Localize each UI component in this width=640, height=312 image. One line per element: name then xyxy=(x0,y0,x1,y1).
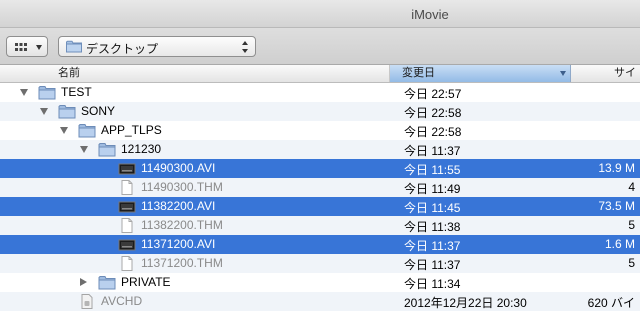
modified-date: 今日 11:37 xyxy=(404,239,461,253)
modified-date: 今日 11:34 xyxy=(404,277,461,291)
file-size: 620 バイ xyxy=(587,296,635,310)
column-date-label: 変更日 xyxy=(402,67,435,79)
modified-date: 今日 22:58 xyxy=(404,106,462,120)
file-name: SONY xyxy=(81,104,116,118)
file-name: 121230 xyxy=(121,142,162,156)
modified-date: 2012年12月22日 20:30 xyxy=(404,296,527,310)
folder-icon xyxy=(98,276,116,290)
file-size: 1.6 M xyxy=(604,237,635,251)
window-title: iMovie xyxy=(411,7,449,22)
list-item[interactable]: 11371200.AVI 今日 11:37 1.6 M xyxy=(0,235,640,254)
file-size: 5 xyxy=(628,256,635,270)
modified-date: 今日 11:37 xyxy=(404,144,461,158)
file-name: 11490300.THM xyxy=(141,180,223,194)
file-name: 11371200.THM xyxy=(141,256,223,270)
file-name: AVCHD xyxy=(101,294,143,308)
disclosure-closed-icon[interactable] xyxy=(80,278,87,286)
sort-descending-icon xyxy=(560,71,566,76)
list-item[interactable]: 11490300.AVI 今日 11:55 13.9 M xyxy=(0,159,640,178)
package-icon xyxy=(81,294,93,309)
modified-date: 今日 11:38 xyxy=(404,220,461,234)
disclosure-open-icon[interactable] xyxy=(80,146,88,153)
video-file-icon xyxy=(118,163,136,175)
title-bar: iMovie xyxy=(0,0,640,28)
location-label: デスクトップ xyxy=(86,42,159,56)
modified-date: 今日 22:58 xyxy=(404,125,462,139)
list-item[interactable]: PRIVATE 今日 11:34 xyxy=(0,273,640,292)
list-item[interactable]: TEST 今日 22:57 xyxy=(0,83,640,102)
column-header: 名前 変更日 サイ xyxy=(0,65,640,83)
list-item[interactable]: 11382200.THM 今日 11:38 5 xyxy=(0,216,640,235)
modified-date: 今日 11:49 xyxy=(404,182,461,196)
list-item[interactable]: APP_TLPS 今日 22:58 xyxy=(0,121,640,140)
modified-date: 今日 22:57 xyxy=(404,87,462,101)
video-file-icon xyxy=(118,201,136,213)
list-item[interactable]: AVCHD 2012年12月22日 20:30 620 バイ xyxy=(0,292,640,311)
file-name: 11490300.AVI xyxy=(141,161,216,175)
folder-icon xyxy=(58,105,76,119)
folder-icon xyxy=(38,86,56,100)
folder-icon xyxy=(66,40,82,53)
file-list: TEST 今日 22:57 SONY 今日 22:58 APP_TLPS 今日 22:58… xyxy=(0,83,640,311)
video-file-icon xyxy=(118,239,136,251)
folder-icon xyxy=(78,124,96,138)
file-name: APP_TLPS xyxy=(101,123,162,137)
folder-icon xyxy=(98,143,116,157)
modified-date: 今日 11:55 xyxy=(404,163,461,177)
list-item[interactable]: 121230 今日 11:37 xyxy=(0,140,640,159)
location-popup[interactable]: デスクトップ xyxy=(58,36,256,57)
grid-icon xyxy=(15,43,27,51)
view-options-button[interactable] xyxy=(6,36,48,57)
column-date-header[interactable]: 変更日 xyxy=(390,65,571,82)
document-icon xyxy=(121,218,133,233)
column-name-header[interactable]: 名前 xyxy=(0,65,390,82)
file-name: 11382200.THM xyxy=(141,218,223,232)
file-size: 73.5 M xyxy=(598,199,635,213)
file-name: TEST xyxy=(61,85,92,99)
modified-date: 今日 11:37 xyxy=(404,258,461,272)
list-item[interactable]: 11382200.AVI 今日 11:45 73.5 M xyxy=(0,197,640,216)
document-icon xyxy=(121,180,133,195)
modified-date: 今日 11:45 xyxy=(404,201,461,215)
document-icon xyxy=(121,256,133,271)
file-name: 11382200.AVI xyxy=(141,199,216,213)
list-item[interactable]: 11371200.THM 今日 11:37 5 xyxy=(0,254,640,273)
file-name: PRIVATE xyxy=(121,275,171,289)
column-size-header[interactable]: サイ xyxy=(571,65,640,82)
disclosure-open-icon[interactable] xyxy=(20,89,28,96)
disclosure-open-icon[interactable] xyxy=(60,127,68,134)
file-size: 5 xyxy=(628,218,635,232)
file-size: 13.9 M xyxy=(598,161,635,175)
file-size: 4 xyxy=(628,180,635,194)
disclosure-open-icon[interactable] xyxy=(40,108,48,115)
updown-arrows-icon xyxy=(242,41,248,53)
list-item[interactable]: SONY 今日 22:58 xyxy=(0,102,640,121)
file-name: 11371200.AVI xyxy=(141,237,216,251)
chevron-down-icon xyxy=(36,45,42,50)
list-item[interactable]: 11490300.THM 今日 11:49 4 xyxy=(0,178,640,197)
toolbar: デスクトップ xyxy=(0,28,640,65)
